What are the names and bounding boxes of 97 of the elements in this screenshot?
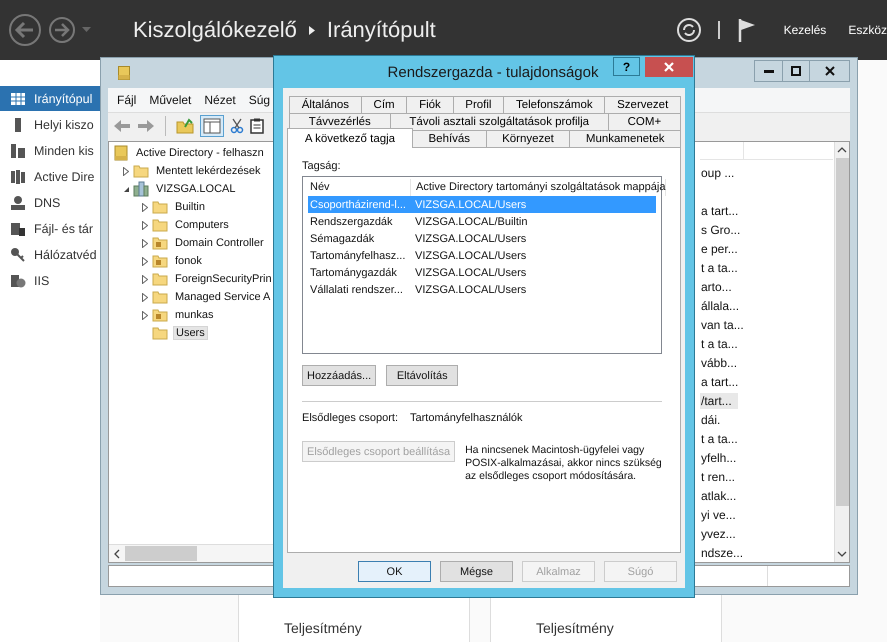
scrollbar-thumb[interactable] [125, 546, 197, 561]
dns-icon [10, 194, 26, 210]
table-cell-text: Tartományfelhasz... [309, 250, 406, 262]
scissors-icon[interactable] [230, 118, 244, 134]
console-tree-button[interactable] [200, 115, 224, 137]
expand-arrow-icon[interactable] [142, 220, 148, 230]
vertical-scrollbar[interactable] [834, 142, 849, 562]
key-icon [10, 246, 26, 262]
tree-item[interactable]: Builtin [173, 201, 207, 213]
sidebar-item[interactable]: Hálózatvéd [0, 242, 100, 267]
sidebar-item[interactable]: Irányítópul [0, 86, 100, 111]
app-title: Kiszolgálókezelő [133, 17, 297, 43]
panel-icon [203, 118, 221, 134]
action-button[interactable]: Eltávolítás [386, 365, 458, 386]
tab[interactable]: Környezet [486, 130, 570, 147]
tree-item[interactable]: VIZSGA.LOCAL [154, 183, 238, 195]
menu-item[interactable]: Fájl [117, 93, 136, 107]
table-cell-text: Csoportházirend-l... [309, 198, 407, 210]
menu-item[interactable]: Nézet [204, 93, 236, 107]
folder-icon [152, 271, 168, 287]
tree-item[interactable]: munkas [173, 309, 216, 321]
list-item[interactable]: /tart... [700, 392, 738, 408]
tab[interactable]: Fiók [407, 96, 454, 113]
expand-arrow-icon[interactable] [123, 166, 129, 176]
scroll-up-icon[interactable] [837, 146, 847, 154]
back-icon[interactable] [8, 13, 42, 47]
tab[interactable]: Cím [362, 96, 408, 113]
maximize-icon [791, 66, 801, 76]
scrollbar-thumb[interactable] [836, 158, 848, 506]
expand-arrow-icon[interactable] [142, 202, 148, 212]
tab[interactable]: Munkamenetek [570, 130, 682, 147]
menu-item[interactable]: Művelet [149, 93, 192, 107]
collapse-arrow-icon[interactable] [122, 186, 130, 192]
help-button[interactable]: ? [613, 57, 640, 76]
console-icon [118, 66, 130, 80]
sidebar-item[interactable]: Helyi kiszo [0, 112, 100, 137]
directory-icon [10, 168, 26, 184]
expand-arrow-icon[interactable] [142, 256, 148, 266]
folder-icon [152, 217, 168, 233]
grid-icon [10, 90, 26, 106]
close-icon [664, 62, 674, 72]
tree-item[interactable]: Computers [173, 219, 231, 231]
tab[interactable]: A következő tagja [287, 128, 413, 148]
folder-icon [152, 253, 168, 269]
table-cell-text: Sémagazdák [309, 232, 376, 244]
tab[interactable]: Szervezet [605, 96, 682, 113]
forward-icon[interactable] [48, 16, 76, 44]
folder-icon [152, 289, 168, 305]
folder-up-icon[interactable] [176, 118, 194, 134]
servers-icon [10, 142, 26, 158]
table-cell-text: Tartománygazdák [309, 266, 398, 278]
menu-item[interactable]: Eszköz [848, 23, 887, 37]
tab[interactable]: Telefonszámok [504, 96, 606, 113]
tab[interactable]: Profil [454, 96, 504, 113]
minimize-icon [764, 70, 774, 72]
folder-icon [152, 307, 168, 323]
breadcrumb[interactable]: Irányítópult [326, 17, 436, 43]
scroll-down-icon[interactable] [837, 550, 847, 558]
sidebar-item[interactable]: Fájl- és tár [0, 216, 100, 241]
flag-icon[interactable] [738, 18, 756, 42]
close-icon [824, 66, 834, 76]
table-cell-text: Vállalati rendszer... [309, 284, 404, 296]
sidebar-item[interactable]: Active Dire [0, 164, 100, 189]
domain-icon [133, 181, 149, 197]
expand-arrow-icon[interactable] [142, 292, 148, 302]
dialog-button[interactable]: Mégse [440, 561, 513, 582]
tab[interactable]: Behívás [413, 130, 487, 147]
menu-item[interactable]: Súg [248, 93, 270, 107]
dialog-button[interactable]: OK [358, 561, 431, 582]
expand-arrow-icon[interactable] [142, 274, 148, 284]
tree-item[interactable]: Users [173, 326, 208, 340]
folder-icon [133, 163, 149, 179]
refresh-icon[interactable] [676, 17, 702, 43]
field-label: Elsődleges csoport: [302, 412, 398, 424]
tab[interactable]: Távoli asztali szolgáltatások profilja [390, 113, 609, 130]
clipboard-icon[interactable] [250, 118, 264, 134]
storage-icon [10, 220, 26, 236]
membership-label: Tagság: [302, 160, 342, 172]
breadcrumb-arrow-icon [308, 26, 315, 34]
tab[interactable]: COM+ [608, 113, 681, 130]
table-cell-text: Rendszergazdák [309, 216, 394, 228]
menu-item[interactable]: Kezelés [784, 23, 826, 37]
sidebar-item[interactable]: Minden kis [0, 138, 100, 163]
action-button[interactable]: Hozzáadás... [302, 365, 376, 386]
folder-icon [152, 199, 168, 215]
tree-item[interactable]: fonok [173, 255, 204, 267]
expand-arrow-icon[interactable] [142, 238, 148, 248]
sidebar-item[interactable]: DNS [0, 190, 100, 215]
horizontal-scrollbar[interactable] [109, 544, 275, 562]
sidebar-item[interactable]: IIS [0, 268, 100, 293]
folder-icon [152, 325, 168, 341]
console-icon [113, 145, 129, 161]
folder-icon [152, 235, 168, 251]
scroll-left-icon[interactable] [113, 548, 121, 558]
tab[interactable]: Általános [289, 96, 362, 113]
expand-arrow-icon[interactable] [142, 310, 148, 320]
globe-server-icon [10, 272, 26, 288]
